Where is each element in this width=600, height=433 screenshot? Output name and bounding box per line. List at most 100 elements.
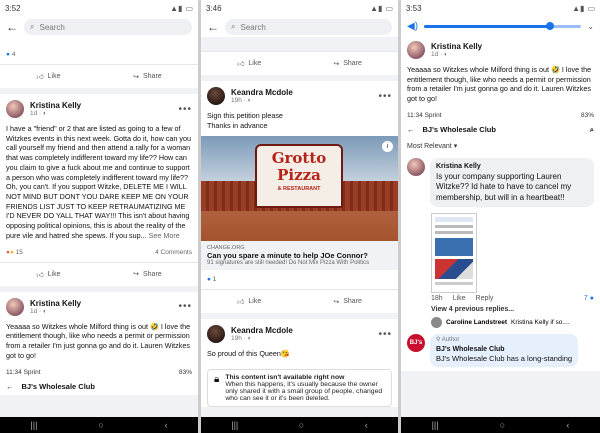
search-icon: ⌕ <box>30 22 35 31</box>
post-actions: 👍︎ Like ↪ Share <box>0 261 198 286</box>
like-reaction-icon: ● <box>6 51 10 58</box>
author-name[interactable]: Kristina Kelly <box>431 42 482 51</box>
avatar[interactable] <box>407 41 425 59</box>
post-header: Kristina Kelly 1d · ◐ <box>401 35 600 63</box>
post-actions: 👍︎ Like ↪ Share <box>201 51 398 75</box>
post-card: Kristina Kelly 1d · ◐ ••• Yeaaaa so Witz… <box>0 291 198 395</box>
author-name[interactable]: Keandra Mcdole <box>231 326 293 335</box>
author-name[interactable]: Keandra Mcdole <box>231 88 293 97</box>
author-reply-name[interactable]: BJ's Wholesale Club <box>436 345 572 354</box>
share-button[interactable]: ↪ Share <box>133 270 162 279</box>
chevron-down-icon: ▾ <box>453 142 458 150</box>
link-preview-image[interactable]: Grotto Pizza & RESTAURANT i <box>201 136 398 242</box>
more-options-icon[interactable]: ••• <box>178 301 192 312</box>
comment-like-button[interactable]: Like <box>453 295 466 302</box>
avatar[interactable] <box>6 297 24 316</box>
link-preview-meta[interactable]: CHANGE.ORG Can you spare a minute to hel… <box>201 241 398 271</box>
comment-image[interactable] <box>431 213 477 294</box>
avatar[interactable] <box>207 87 225 105</box>
avatar[interactable] <box>207 325 225 344</box>
reactions-row: ● 1 <box>201 270 398 289</box>
home-icon[interactable]: ○ <box>299 420 304 430</box>
like-button[interactable]: 👍︎ Like <box>237 297 261 306</box>
post-card: Keandra Mcdole 19h · ◐ ••• So proud of t… <box>201 319 398 408</box>
post-card: 👍︎ Like ↪ Share <box>201 51 398 75</box>
avatar <box>431 317 442 329</box>
reactions-count[interactable]: ●● 15 <box>6 249 23 256</box>
comment-likes[interactable]: 7 ● <box>584 295 594 302</box>
comment-actions: 18h Like Reply 7 ● <box>401 293 600 305</box>
avatar[interactable] <box>6 100 24 118</box>
post-text: Yeaaaa so Witzkes whole Milford thing is… <box>6 321 191 360</box>
home-icon[interactable]: ○ <box>98 420 103 430</box>
share-icon: ↪ <box>333 298 340 306</box>
status-time: 3:52 <box>5 4 21 13</box>
reactions-count[interactable]: ● 4 <box>6 51 15 58</box>
comment-author[interactable]: Kristina Kelly <box>436 162 588 171</box>
globe-icon: ◐ <box>43 110 47 117</box>
recents-icon[interactable]: ||| <box>30 420 37 430</box>
post-text: So proud of this Queen😘 <box>207 349 290 359</box>
volume-knob[interactable] <box>545 21 554 30</box>
author-reply-text: BJ's Wholesale Club has a long-standing <box>436 354 573 364</box>
search-placeholder: Search <box>39 22 65 32</box>
post-time: 1d · ◐ <box>30 110 47 117</box>
more-options-icon[interactable]: ••• <box>378 329 392 340</box>
see-more-link[interactable]: See More <box>149 231 180 240</box>
like-button[interactable]: 👍︎ Like <box>237 59 261 68</box>
reply-preview[interactable]: Caroline Landstreet Kristina Kelly if so… <box>401 315 600 331</box>
post-text: I have a "friend" or 2 that are listed a… <box>6 124 191 240</box>
recents-icon[interactable]: ||| <box>231 420 238 430</box>
post-actions: 👍︎ Like ↪ Share <box>0 64 198 88</box>
share-button[interactable]: ↪ Share <box>333 298 362 306</box>
share-icon: ↪ <box>133 73 139 81</box>
thumbs-up-icon: 👍︎ <box>36 74 44 81</box>
comment-reply-button[interactable]: Reply <box>476 295 494 302</box>
haha-reaction-icon: ● <box>9 248 14 256</box>
sort-dropdown[interactable]: Most Relevant ▾ <box>401 137 600 154</box>
volume-track[interactable] <box>424 21 582 30</box>
status-bar: 3:46 ▲▮ ▭ <box>201 0 398 17</box>
volume-slider[interactable]: ◀) ⌄ <box>401 17 600 35</box>
signal-icon: ▲▮ <box>572 4 585 13</box>
avatar[interactable] <box>407 157 425 176</box>
unavailable-text: When this happens, it's usually because … <box>225 381 383 403</box>
comment-text: Is your company supporting Lauren Witzke… <box>436 171 572 202</box>
author-name[interactable]: Kristina Kelly <box>30 299 81 308</box>
search-input[interactable]: ⌕ Search <box>24 19 192 35</box>
bjs-logo[interactable]: BJ's <box>407 334 425 353</box>
like-button[interactable]: 👍︎ Like <box>36 270 60 279</box>
embedded-status-bar: 11:34 Sprint 83% <box>0 366 198 379</box>
view-previous-replies[interactable]: View 4 previous replies... <box>401 304 600 316</box>
reactions-count[interactable]: ● 1 <box>207 276 216 283</box>
share-button[interactable]: ↪ Share <box>333 60 362 68</box>
share-button[interactable]: ↪ Share <box>133 73 162 81</box>
back-icon[interactable]: ‹ <box>566 420 569 430</box>
more-options-icon[interactable]: ••• <box>178 104 192 115</box>
battery-icon: ▭ <box>185 4 193 13</box>
panel-left: 3:52 ▲▮ ▭ ← ⌕ Search ● 4 👍︎ Like ↪ Share Kr… <box>0 0 198 433</box>
post-card: Keandra Mcdole 19h · ◐ ••• Sign this pet… <box>201 81 398 314</box>
back-arrow-icon[interactable]: ← <box>6 20 18 34</box>
more-options-icon[interactable]: ••• <box>378 91 392 102</box>
back-icon[interactable]: ‹ <box>165 420 168 430</box>
android-nav-bar: ||| ○ ‹ <box>0 417 198 433</box>
info-icon[interactable]: i <box>382 141 393 153</box>
chevron-down-icon[interactable]: ⌄ <box>587 22 594 31</box>
like-reaction-icon: ● <box>207 276 211 284</box>
post-card: Kristina Kelly 1d · ◐ ••• I have a "frie… <box>0 94 198 286</box>
like-button[interactable]: 👍︎ Like <box>36 72 60 81</box>
search-input[interactable]: ⌕ Search <box>225 19 392 35</box>
recents-icon[interactable]: ||| <box>432 420 439 430</box>
home-icon[interactable]: ○ <box>500 420 505 430</box>
status-bar: 3:53 ▲▮ ▭ <box>401 0 600 17</box>
globe-icon: ◐ <box>43 307 47 315</box>
author-name[interactable]: Kristina Kelly <box>30 101 81 110</box>
comments-count[interactable]: 4 Comments <box>155 249 192 256</box>
globe-icon: ◐ <box>247 97 252 104</box>
back-icon[interactable]: ‹ <box>365 420 368 430</box>
back-arrow-icon[interactable]: ← <box>207 20 219 34</box>
android-nav-bar: ||| ○ ‹ <box>201 417 398 433</box>
share-icon: ↪ <box>333 60 340 68</box>
unavailable-content-box: 🔒︎ This content isn't available right no… <box>207 369 392 408</box>
